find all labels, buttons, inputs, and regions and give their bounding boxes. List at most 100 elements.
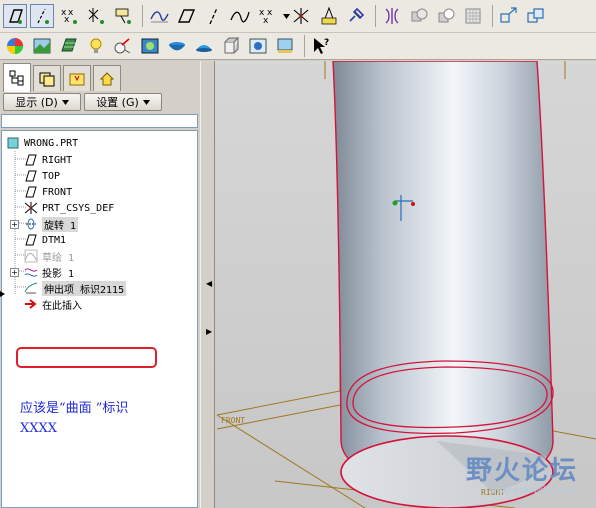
layers-icon [39,72,55,86]
room-button[interactable] [165,34,189,58]
chevron-down-icon [142,99,150,105]
tree-item-label: 草绘 1 [42,252,75,264]
tree-item[interactable]: DTM1 [24,232,66,248]
pattern-tool-button[interactable] [461,4,485,28]
tree-item[interactable]: 草绘 1 [24,248,74,264]
model-tree-icon [114,38,131,54]
analysis-tool-button[interactable] [317,4,341,28]
tree-item-protrusion[interactable]: 伸出项 标识2115 [24,280,127,296]
datum-point-icon: x xx [61,8,77,25]
layer-icon [527,8,544,23]
navigator-panel: 显示 (D) 设置 (G) WRONG.PRT RIGHT TOP FRONT … [0,61,200,508]
scene-button[interactable] [30,34,54,58]
projection-icon [24,265,38,279]
panel-splitter[interactable]: ◀ ▶ [200,61,215,508]
annotation-line-2: XXXX [20,421,58,436]
layer-button[interactable] [524,4,548,28]
tree-item[interactable]: RIGHT [24,152,72,168]
tree-item[interactable]: FRONT [24,184,72,200]
tree-item[interactable]: 投影 1 [24,264,74,280]
layers-tab[interactable] [33,65,61,91]
show-menu-button[interactable]: 显示 (D) [3,93,81,111]
collapse-left-arrow-icon[interactable]: ◀ [206,279,212,288]
mirror-tool-button[interactable] [380,4,404,28]
box-icon [224,37,240,54]
render-region-button[interactable] [246,34,270,58]
datum-axis-icon [37,8,49,24]
sketched-curve-button[interactable] [228,4,252,28]
expand-right-arrow-icon[interactable]: ▶ [206,327,212,336]
merge-tool-button[interactable] [407,4,431,28]
highlight-annotation-box [16,347,157,368]
hat-icon [196,45,212,52]
environment-button[interactable] [192,34,216,58]
svg-text:?: ? [324,38,329,48]
link-icon [349,7,365,22]
front-datum-label: FRONT [221,416,245,425]
datum-point-display-toggle[interactable]: xxx [57,4,81,28]
app-window: xxx xxx ? 显示 (D) 设置 (G) WRONG.PRT RIGHT … [0,0,596,508]
revolve-icon [24,217,38,231]
tree-item-label: 投影 1 [42,268,75,280]
annotation-note: 应该是“曲面 ”标识 XXXX [20,399,128,439]
model-tree-tab[interactable] [3,63,31,92]
chevron-down-icon [61,99,69,105]
shared-data-button[interactable] [344,4,368,28]
view-icon [500,7,517,23]
expand-toggle[interactable]: + [10,220,19,229]
graphics-viewport[interactable]: FRONT RIGHT 野火论坛 www.proewildfire.cn [215,61,596,508]
model-tree-button[interactable] [111,34,135,58]
navigator-menus: 显示 (D) 设置 (G) [0,91,200,113]
datum-plane-icon [24,169,38,183]
forum-watermark: 野火论坛 www.proewildfire.cn [466,450,578,496]
saved-view-button[interactable] [497,4,521,28]
datum-axis-display-toggle[interactable] [30,4,54,28]
watermark-title: 野火论坛 [465,456,578,486]
render-icon [141,38,159,54]
surface-box-button[interactable] [219,34,243,58]
curve-tool-button[interactable] [147,4,171,28]
datum-plane-tool-button[interactable] [174,4,198,28]
expand-toggle[interactable]: + [10,268,19,277]
tree-item[interactable]: PRT_CSYS_DEF [24,200,114,216]
csys-display-toggle[interactable] [84,4,108,28]
tree-item-insert-here[interactable]: 在此插入 [24,296,82,312]
datum-axis-tool-button[interactable] [201,4,225,28]
tree-filter-field[interactable] [1,114,198,128]
tree-item[interactable]: 旋转 1 [24,216,79,232]
color-icon [7,38,23,54]
settings-menu-button[interactable]: 设置 (G) [84,93,162,111]
navigator-tabs [0,61,200,92]
tree-item[interactable]: TOP [24,168,60,184]
model-view: FRONT RIGHT [216,61,596,508]
color-appearance-button[interactable] [3,34,27,58]
coordinate-system-icon [88,8,104,24]
texture-icon [61,38,77,52]
point-tool-dropdown[interactable] [282,13,290,19]
tree-item-label: 在此插入 [42,300,82,312]
intersect-tool-button[interactable] [434,4,458,28]
axis-icon [209,7,218,25]
tree-item-label: 旋转 1 [42,216,79,232]
context-help-button[interactable]: ? [309,34,333,58]
settings-menu-label: 设置 (G) [96,96,139,109]
csys-tool-button[interactable] [290,4,314,28]
datum-plane-display-toggle[interactable] [3,4,27,28]
toolbar-separator [142,5,143,27]
folder-browser-tab[interactable] [63,65,91,91]
annotation-display-toggle[interactable] [111,4,135,28]
mirror-icon [385,8,399,24]
favorites-tab[interactable] [93,65,121,91]
insert-arrow-icon [24,297,38,311]
bowl-icon [169,42,185,51]
texture-button[interactable] [57,34,81,58]
light-button[interactable] [84,34,108,58]
model-tree[interactable]: WRONG.PRT RIGHT TOP FRONT PRT_CSYS_DEF +… [1,130,198,508]
csys-icon [24,201,38,215]
dropdown-icon [282,13,290,19]
toolbar-separator [492,5,493,27]
photolux-button[interactable] [273,34,297,58]
datum-point-tool-button[interactable]: xxx [255,4,279,28]
annotation-line-1: 应该是“曲面 ”标识 [20,401,129,416]
render-setup-button[interactable] [138,34,162,58]
